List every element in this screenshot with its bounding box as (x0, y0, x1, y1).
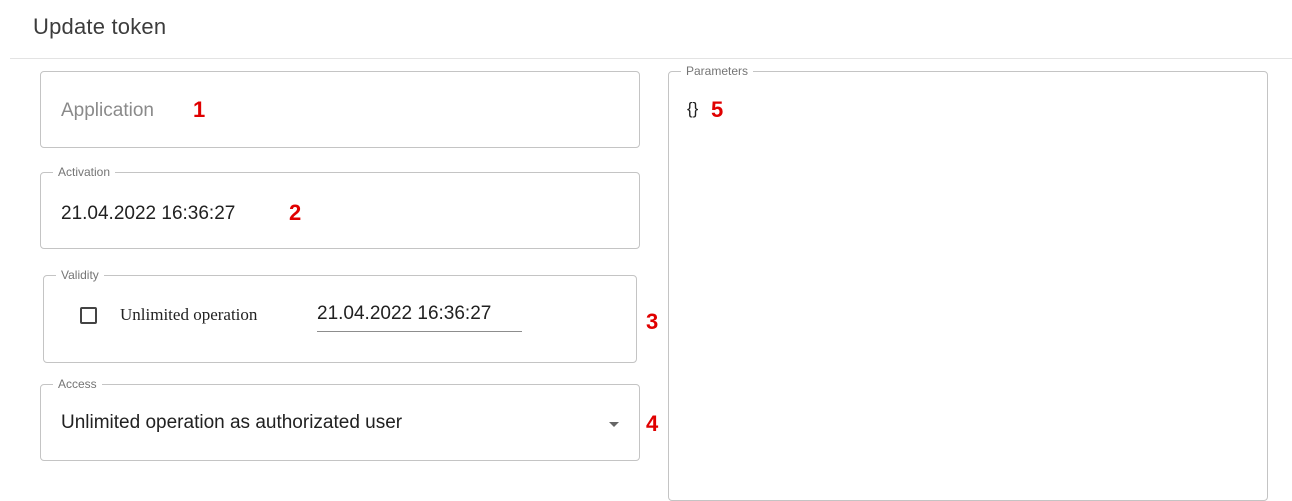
activation-field[interactable]: Activation 21.04.2022 16:36:27 2 (40, 165, 640, 249)
unlimited-operation-label[interactable]: Unlimited operation (120, 305, 257, 325)
access-selected-value: Unlimited operation as authorizated user (61, 412, 403, 433)
validity-date-input[interactable]: 21.04.2022 16:36:27 (317, 303, 522, 332)
callout-marker-4: 4 (646, 411, 659, 436)
validity-group: Validity Unlimited operation 21.04.2022 … (43, 268, 637, 363)
access-legend: Access (53, 377, 102, 391)
unlimited-operation-checkbox[interactable] (80, 307, 97, 324)
activation-value: 21.04.2022 16:36:27 (61, 203, 236, 224)
validity-legend: Validity (56, 268, 104, 282)
page-title: Update token (33, 14, 167, 39)
parameters-legend: Parameters (681, 64, 754, 78)
callout-marker-1: 1 (193, 97, 206, 122)
header-divider (10, 58, 1292, 59)
callout-marker-5: 5 (711, 97, 724, 122)
activation-legend: Activation (53, 165, 116, 179)
parameters-textarea[interactable]: Parameters {} 5 (668, 64, 1268, 501)
callout-marker-3: 3 (646, 309, 659, 334)
parameters-value: {} (687, 99, 699, 118)
callout-marker-2: 2 (289, 200, 302, 225)
application-placeholder: Application (61, 100, 154, 121)
chevron-down-icon[interactable] (609, 422, 619, 427)
application-field[interactable]: Application 1 (40, 71, 640, 148)
access-select[interactable]: Access Unlimited operation as authorizat… (40, 377, 640, 461)
